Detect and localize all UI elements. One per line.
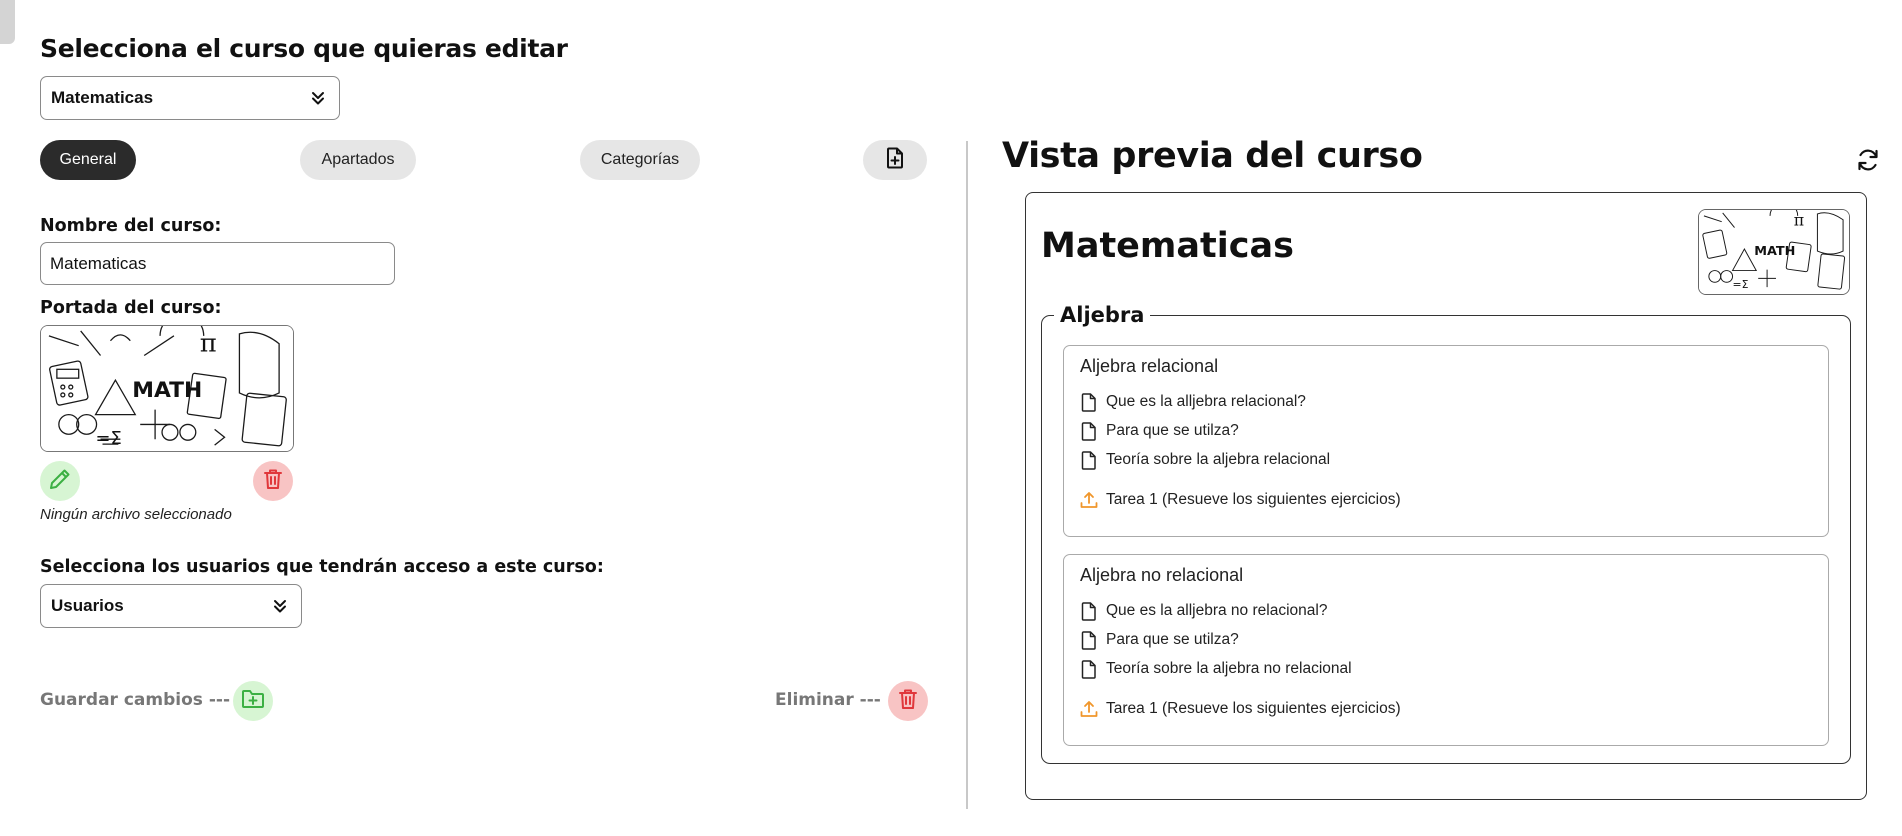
svg-text:π: π [200,329,217,359]
course-select-value: Matematicas [51,88,154,107]
subsection-title: Aljebra relacional [1080,356,1219,376]
users-select[interactable]: Usuarios [40,584,302,628]
course-cover-label: Portada del curso: [40,298,222,318]
trash-icon [897,687,919,716]
file-icon [1080,630,1098,650]
users-select-value: Usuarios [51,596,124,615]
collapsed-panel-tab[interactable] [0,0,15,44]
resource-label: Tarea 1 (Resueve los siguientes ejercici… [1106,700,1401,717]
resource-label: Que es la alljebra no relacional? [1106,602,1328,619]
file-icon [1080,659,1098,679]
resource-label: Para que se utilza? [1106,422,1239,439]
course-cover-image: MATH π =Σ [40,325,294,452]
no-file-selected-text: Ningún archivo seleccionado [40,506,232,523]
resource-item[interactable]: Tarea 1 (Resueve los siguientes ejercici… [1080,490,1401,510]
cover-art-text: MATH [132,378,202,403]
pencil-icon [48,467,72,496]
resource-label: Para que se utilza? [1106,631,1239,648]
save-changes-button[interactable] [233,681,273,721]
preview-cover-thumbnail: MATH π =Σ [1698,209,1850,295]
page-title: Selecciona el curso que quieras editar [40,34,568,63]
section-title: Aljebra [1060,303,1145,327]
trash-icon [262,467,284,496]
tab-general[interactable]: General [40,140,136,180]
refresh-preview-button[interactable] [1853,147,1883,177]
delete-cover-button[interactable] [253,461,293,501]
panel-divider [966,141,968,809]
upload-icon [1080,699,1098,719]
folder-plus-icon [241,688,265,715]
resource-label: Que es la alljebra relacional? [1106,393,1306,410]
subsection-title: Aljebra no relacional [1080,565,1244,585]
delete-course-label: Eliminar --- [775,690,881,710]
resource-item[interactable]: Que es la alljebra no relacional? [1080,601,1327,621]
resource-label: Teoría sobre la aljebra relacional [1106,451,1331,468]
file-icon [1080,392,1098,412]
resource-item[interactable]: Teoría sobre la aljebra no relacional [1080,659,1352,679]
refresh-icon [1855,147,1881,178]
course-select[interactable]: Matematicas [40,76,340,120]
resource-label: Teoría sobre la aljebra no relacional [1106,660,1352,677]
upload-icon [1080,490,1098,510]
new-file-button[interactable] [863,140,927,180]
tab-apartados[interactable]: Apartados [300,140,416,180]
users-label: Selecciona los usuarios que tendrán acce… [40,557,604,577]
file-icon [1080,450,1098,470]
preview-course-title: Matematicas [1041,226,1294,266]
course-name-input[interactable] [40,242,395,285]
resource-label: Tarea 1 (Resueve los siguientes ejercici… [1106,491,1401,508]
chevron-double-down-icon [269,595,291,617]
save-changes-label: Guardar cambios --- [40,690,230,710]
svg-text:π: π [1794,211,1804,230]
tab-categorias[interactable]: Categorías [580,140,700,180]
file-icon [1080,421,1098,441]
course-name-label: Nombre del curso: [40,216,222,236]
preview-title: Vista previa del curso [1002,136,1423,176]
resource-item[interactable]: Para que se utilza? [1080,630,1239,650]
file-plus-icon [885,147,905,174]
thumb-art-text: MATH [1754,244,1795,259]
svg-text:=Σ: =Σ [96,428,122,449]
edit-cover-button[interactable] [40,461,80,501]
svg-text:=Σ: =Σ [1733,278,1749,291]
chevron-double-down-icon [307,87,329,109]
file-icon [1080,601,1098,621]
resource-item[interactable]: Tarea 1 (Resueve los siguientes ejercici… [1080,699,1401,719]
delete-course-button[interactable] [888,681,928,721]
resource-item[interactable]: Teoría sobre la aljebra relacional [1080,450,1330,470]
resource-item[interactable]: Para que se utilza? [1080,421,1239,441]
resource-item[interactable]: Que es la alljebra relacional? [1080,392,1306,412]
subsection-card: Aljebra relacional Que es la alljebra re… [1063,345,1829,537]
subsection-card: Aljebra no relacional Que es la alljebra… [1063,554,1829,746]
